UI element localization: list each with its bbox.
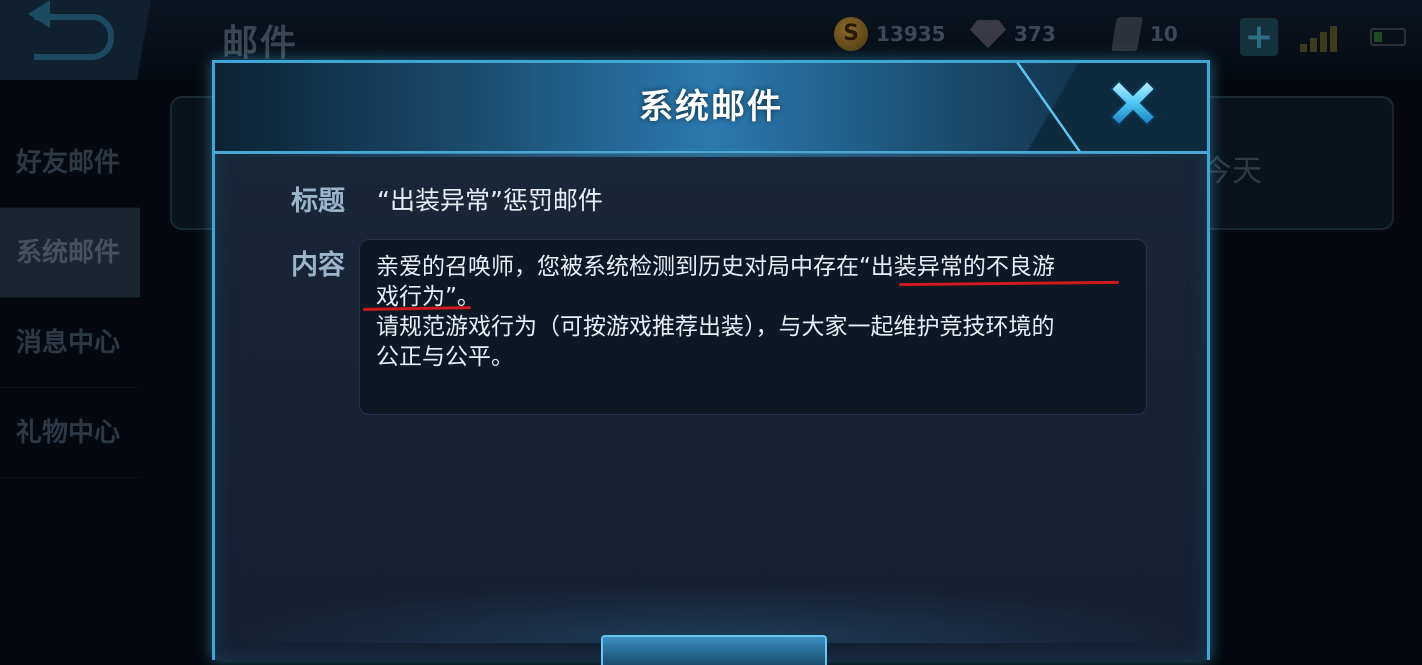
content-label: 内容 xyxy=(291,250,345,281)
close-button[interactable] xyxy=(1101,71,1165,135)
sidebar-item-gift-center[interactable]: 礼物中心 xyxy=(0,388,140,478)
mail-date-label: 今天 xyxy=(1202,154,1262,189)
diamond-icon xyxy=(970,20,1006,48)
battery-icon xyxy=(1370,28,1406,46)
page-title: 邮件 xyxy=(222,23,299,64)
sidebar-item-friend-mail[interactable]: 好友邮件 xyxy=(0,118,140,208)
gold-amount: 13935 xyxy=(876,22,946,46)
mail-content-box: 亲爱的召唤师，您被系统检测到历史对局中存在“出装异常的不良游 戏行为”。 请规范… xyxy=(359,239,1147,415)
content-line: 请规范游戏行为（可按游戏推荐出装），与大家一起维护竞技环境的 xyxy=(376,314,1055,340)
diamond-counter: 373 xyxy=(970,18,1056,50)
back-arrow-icon xyxy=(28,0,114,60)
sidebar-item-message-center[interactable]: 消息中心 xyxy=(0,298,140,388)
dialog-header: 系统邮件 xyxy=(215,63,1207,157)
content-line: 亲爱的召唤师，您被系统检测到历史对局中存在“出装异常的不良游 xyxy=(376,254,1055,280)
card-icon xyxy=(1111,17,1143,51)
content-line: 戏行为”。 xyxy=(376,284,480,310)
diamond-amount: 373 xyxy=(1014,22,1056,46)
content-line: 公正与公平。 xyxy=(376,344,514,370)
bottom-glow xyxy=(215,583,1207,643)
back-button[interactable] xyxy=(0,0,200,80)
gold-counter: S 13935 xyxy=(834,17,946,51)
gold-coin-icon: S xyxy=(834,17,868,51)
system-mail-dialog: 系统邮件 标题 “出装异常”惩罚邮件 内容 亲爱的召唤师，您被系统检测到历史对局… xyxy=(212,60,1210,665)
mail-sidebar: 好友邮件 系统邮件 消息中心 礼物中心 xyxy=(0,118,140,478)
subject-label: 标题 xyxy=(291,186,345,217)
plus-icon[interactable]: + xyxy=(1240,18,1278,56)
card-counter: 10 xyxy=(1111,17,1178,51)
mail-subject: “出装异常”惩罚邮件 xyxy=(377,186,603,215)
card-amount: 10 xyxy=(1150,22,1178,46)
dialog-title: 系统邮件 xyxy=(639,87,783,127)
sidebar-item-system-mail[interactable]: 系统邮件 xyxy=(0,208,140,298)
signal-icon xyxy=(1300,24,1337,52)
close-x-icon xyxy=(1109,79,1157,127)
